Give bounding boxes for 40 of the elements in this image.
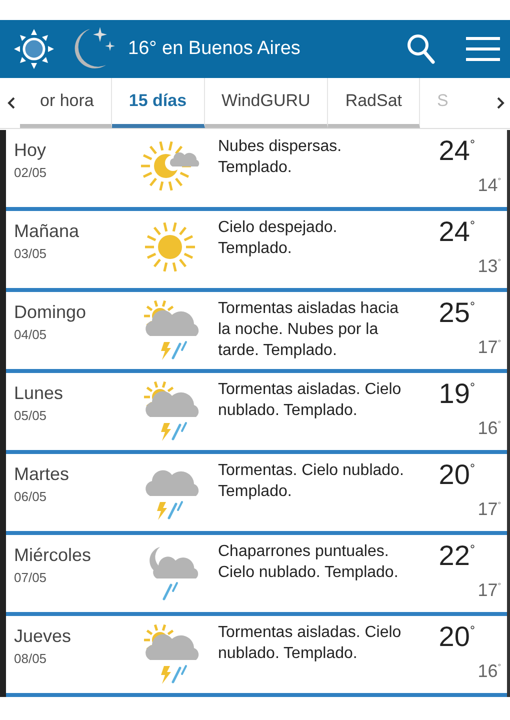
date: 06/05 — [14, 489, 48, 504]
weather-description: Tormentas aisladas. Cielo nublado. Templado. — [217, 623, 402, 664]
date: 08/05 — [14, 651, 48, 666]
date: 03/05 — [14, 246, 48, 261]
header-title: 16° en Buenos Aires — [128, 38, 302, 60]
low-temperature: 17$^{°}$ — [478, 580, 501, 601]
weather-description: Cielo despejado. Templado. — [217, 218, 338, 259]
low-temperature: 17$^{°}$ — [478, 337, 501, 358]
high-temperature: 20$^{°}$ — [438, 459, 475, 491]
weather-description: Tormentas aisladas hacia la noche. Nubes por la tarde. Templado. — [217, 299, 400, 361]
weather-description: Nubes dispersas. Templado. — [217, 137, 343, 178]
day-name: Miércoles — [14, 545, 92, 566]
weather-description: Tormentas. Cielo nublado. Templado. — [217, 461, 405, 502]
low-temperature: 13$^{°}$ — [478, 256, 501, 277]
low-temperature: 16$^{°}$ — [478, 418, 501, 439]
weather-description: Chaparrones puntuales. Cielo nublado. Templado. — [217, 542, 400, 583]
high-temperature: 20$^{°}$ — [438, 621, 475, 653]
low-temperature: 16$^{°}$ — [478, 661, 501, 682]
weather-description: Tormentas aisladas. Cielo nublado. Templado. — [217, 380, 402, 421]
chevron-right-icon[interactable] — [496, 96, 506, 110]
date: 05/05 — [14, 408, 48, 423]
day-name: Mañana — [14, 221, 80, 242]
low-temperature: 14$^{°}$ — [478, 175, 501, 196]
day-name: Hoy — [14, 140, 48, 161]
high-temperature: 24$^{°}$ — [438, 135, 475, 167]
day-name: Martes — [14, 464, 70, 485]
menu-icon[interactable] — [466, 36, 500, 62]
date: 04/05 — [14, 327, 48, 342]
day-name: Jueves — [14, 626, 72, 647]
chevron-left-icon[interactable] — [6, 96, 16, 110]
date: 07/05 — [14, 570, 48, 585]
high-temperature: 25$^{°}$ — [438, 297, 475, 329]
high-temperature: 24$^{°}$ — [438, 216, 475, 248]
high-temperature: 22$^{°}$ — [438, 540, 475, 572]
search-icon[interactable] — [406, 33, 436, 65]
high-temperature: 19$^{°}$ — [438, 378, 475, 410]
day-name: Lunes — [14, 383, 64, 404]
date: 02/05 — [14, 165, 48, 180]
low-temperature: 17$^{°}$ — [478, 499, 501, 520]
day-name: Domingo — [14, 302, 88, 323]
